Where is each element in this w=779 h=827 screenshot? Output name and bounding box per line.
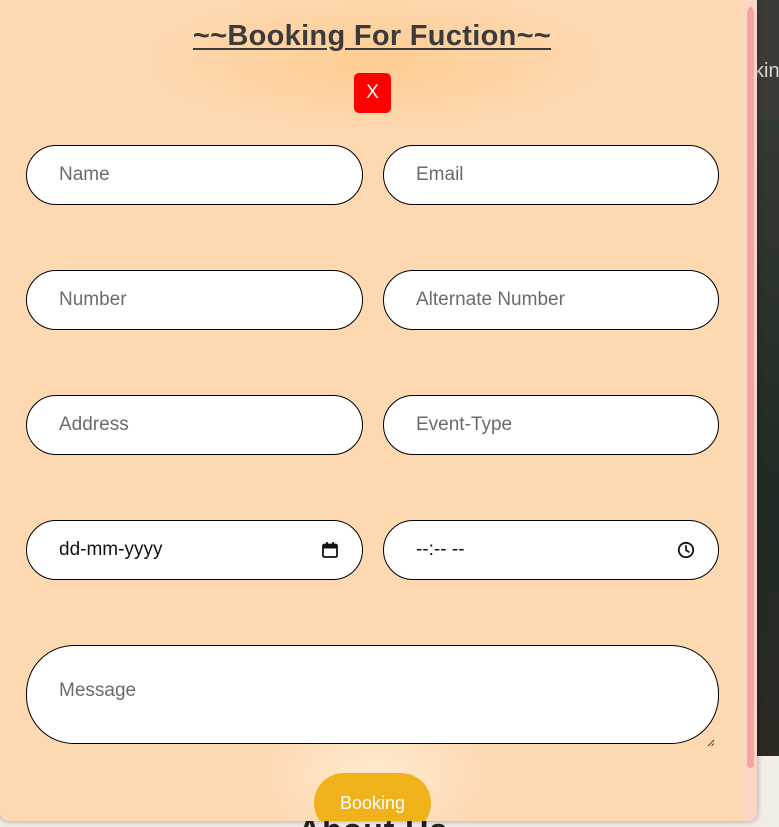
close-button[interactable]: X [354,73,391,113]
date-value: dd-mm-yyyy [59,539,163,560]
number-input[interactable]: Number [26,270,363,330]
event-type-input[interactable]: Event-Type [383,395,719,455]
address-placeholder: Address [59,414,129,435]
date-input[interactable]: dd-mm-yyyy [26,520,363,580]
modal-title: ~~Booking For Fuction~~ [192,20,552,52]
calendar-icon[interactable] [320,540,340,560]
time-input[interactable]: --:-- -- [383,520,719,580]
name-placeholder: Name [59,164,110,185]
address-input[interactable]: Address [26,395,363,455]
clock-icon[interactable] [676,540,696,560]
email-input[interactable]: Email [383,145,719,205]
resize-handle-icon[interactable] [706,731,715,747]
scrollbar-thumb[interactable] [747,10,754,768]
background-heading-fragment: kin [754,60,779,82]
message-textarea[interactable]: Message [26,645,719,747]
booking-modal: ~~Booking For Fuction~~ X Name Email Num… [0,0,757,821]
event-type-placeholder: Event-Type [416,414,513,435]
message-placeholder: Message [59,680,137,701]
time-value: --:-- -- [416,539,465,560]
number-placeholder: Number [59,289,127,310]
name-input[interactable]: Name [26,145,363,205]
booking-submit-button[interactable]: Booking [314,773,431,821]
alternate-number-input[interactable]: Alternate Number [383,270,719,330]
email-placeholder: Email [416,164,464,185]
alternate-number-placeholder: Alternate Number [416,289,565,310]
scroll-up-arrow-icon[interactable] [746,0,755,11]
